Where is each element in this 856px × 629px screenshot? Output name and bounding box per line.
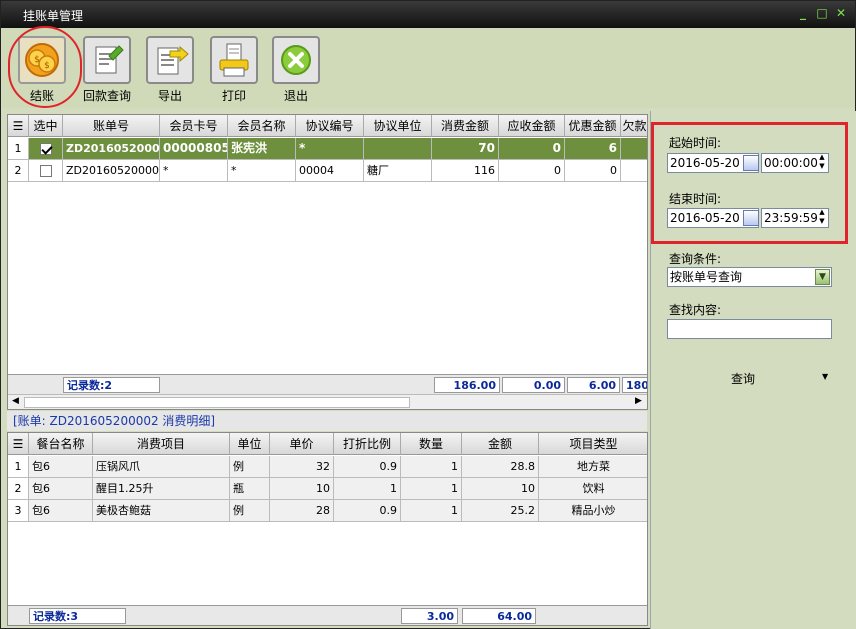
- debt-total: 180: [622, 377, 647, 393]
- query-button[interactable]: 查询: [731, 370, 755, 387]
- col-table-name[interactable]: 餐台名称: [29, 433, 93, 455]
- print-label: 打印: [221, 89, 246, 103]
- amount-total: 64.00: [462, 608, 536, 624]
- highlight-box: [651, 122, 848, 244]
- printer-icon: [219, 43, 249, 77]
- col-receivable[interactable]: 应收金额: [499, 115, 565, 137]
- bills-footer: 记录数:2 186.00 0.00 6.00 180: [8, 374, 647, 394]
- scroll-left-icon[interactable]: ◀: [12, 396, 19, 406]
- row-checkbox[interactable]: [39, 165, 52, 177]
- table-row[interactable]: 2 ZD201605200001 * * 00004 糖厂 116 0 0: [8, 160, 647, 182]
- scrollbar-thumb[interactable]: [24, 397, 410, 408]
- record-count: 记录数:2: [63, 377, 160, 393]
- export-button[interactable]: 导出: [144, 36, 196, 106]
- window-title: 挂账单管理: [23, 9, 84, 23]
- document-edit-icon: [95, 45, 124, 74]
- content-label: 查找内容:: [669, 303, 722, 317]
- col-agreement-unit[interactable]: 协议单位: [364, 115, 432, 137]
- minimize-button[interactable]: _: [795, 4, 811, 22]
- print-button[interactable]: 打印: [208, 36, 260, 106]
- condition-select[interactable]: 按账单号查询: [667, 267, 832, 287]
- chevron-down-icon[interactable]: ▼: [815, 269, 830, 285]
- discount-total: 6.00: [567, 377, 620, 393]
- receivable-total: 0.00: [502, 377, 565, 393]
- col-amount[interactable]: 金额: [462, 433, 539, 455]
- col-bill-no[interactable]: 账单号: [63, 115, 160, 137]
- bills-grid: ☰ 选中 账单号 会员卡号 会员名称 协议编号 协议单位 消费金额 应收金额 优…: [7, 114, 648, 410]
- export-arrow-icon: [157, 45, 189, 75]
- detail-footer: 记录数:3 3.00 64.00: [8, 605, 647, 625]
- detail-grid: ☰ 餐台名称 消费项目 单位 单价 打折比例 数量 金额 项目类型 1 包6 压…: [7, 432, 648, 626]
- scroll-right-icon[interactable]: ▶: [635, 396, 642, 406]
- table-row[interactable]: 1 包6 压锅风爪 例 32 0.9 1 28.8 地方菜: [8, 456, 647, 478]
- close-circle-icon: [281, 45, 311, 75]
- table-row[interactable]: 1 ZD20160520000 00000805 张宪洪 * 70 0 6: [8, 138, 647, 160]
- row-menu-icon[interactable]: ☰: [8, 433, 29, 455]
- payment-query-button[interactable]: 回款查询: [81, 36, 133, 106]
- title-bar: 挂账单管理 _ □ ✕: [1, 1, 855, 28]
- record-count: 记录数:3: [29, 608, 126, 624]
- col-discount[interactable]: 优惠金额: [565, 115, 621, 137]
- col-item[interactable]: 消费项目: [93, 433, 230, 455]
- toolbar: $ $ 结账 回款查询 导出 打印 退出: [2, 28, 855, 108]
- col-qty[interactable]: 数量: [401, 433, 462, 455]
- payment-query-label: 回款查询: [82, 89, 131, 103]
- horizontal-scrollbar[interactable]: ◀ ▶: [8, 394, 647, 409]
- condition-label: 查询条件:: [669, 252, 722, 266]
- highlight-circle: [8, 26, 82, 108]
- col-price[interactable]: 单价: [270, 433, 334, 455]
- detail-header: ☰ 餐台名称 消费项目 单位 单价 打折比例 数量 金额 项目类型: [8, 433, 647, 455]
- col-unit[interactable]: 单位: [230, 433, 270, 455]
- col-discount-rate[interactable]: 打折比例: [334, 433, 401, 455]
- exit-button[interactable]: 退出: [270, 36, 322, 106]
- table-row[interactable]: 2 包6 醒目1.25升 瓶 10 1 1 10 饮料: [8, 478, 647, 500]
- close-window-button[interactable]: ✕: [833, 4, 849, 22]
- col-selected[interactable]: 选中: [29, 115, 63, 137]
- row-checkbox[interactable]: [39, 142, 52, 155]
- maximize-button[interactable]: □: [814, 4, 830, 22]
- detail-title: [账单: ZD201605200002 消费明细]: [7, 411, 647, 431]
- col-agreement-no[interactable]: 协议编号: [296, 115, 364, 137]
- exit-label: 退出: [283, 89, 308, 103]
- col-debt[interactable]: 欠款: [621, 115, 647, 137]
- content-input[interactable]: [667, 319, 832, 339]
- export-label: 导出: [157, 89, 182, 103]
- col-item-type[interactable]: 项目类型: [539, 433, 647, 455]
- app-window: 挂账单管理 _ □ ✕ $ $ 结账 回款查询 导出 打印 退出 ☰ 选中 账单…: [0, 0, 856, 629]
- qty-total: 3.00: [401, 608, 458, 624]
- bills-header: ☰ 选中 账单号 会员卡号 会员名称 协议编号 协议单位 消费金额 应收金额 优…: [8, 115, 647, 137]
- table-row[interactable]: 3 包6 美极杏鲍菇 例 28 0.9 1 25.2 精品小炒: [8, 500, 647, 522]
- query-dropdown-icon[interactable]: ▼: [822, 372, 828, 381]
- col-member-name[interactable]: 会员名称: [228, 115, 296, 137]
- col-consume[interactable]: 消费金额: [432, 115, 499, 137]
- col-card-no[interactable]: 会员卡号: [160, 115, 228, 137]
- row-menu-icon[interactable]: ☰: [8, 115, 29, 137]
- consume-total: 186.00: [434, 377, 500, 393]
